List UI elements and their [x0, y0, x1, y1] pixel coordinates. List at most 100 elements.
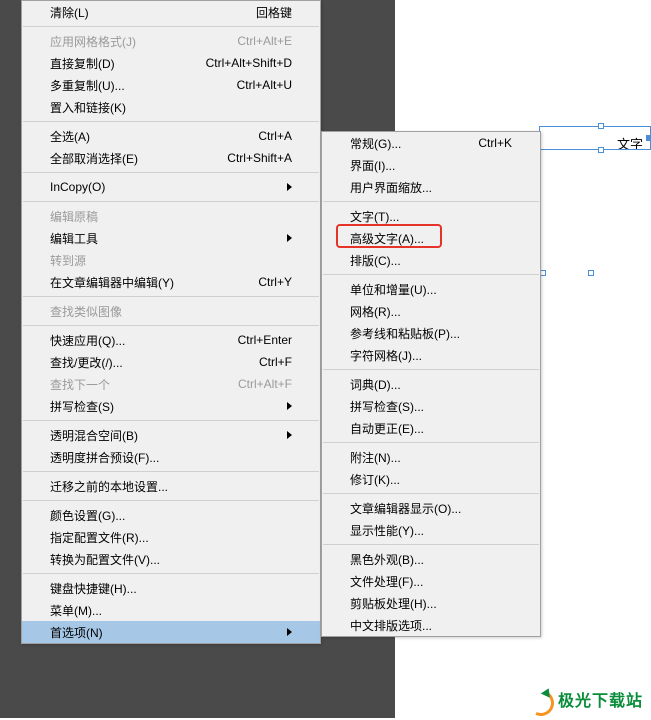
menu-item-label: 多重复制(U)... [50, 77, 207, 94]
menu-item-label: 应用网格格式(J) [50, 33, 207, 50]
menu-item[interactable]: 常规(G)... Ctrl+K [322, 132, 540, 154]
menu-separator [23, 26, 319, 27]
menu-separator [323, 493, 539, 494]
menu-item[interactable]: 键盘快捷键(H)... [22, 577, 320, 599]
menu-item-label: 单位和增量(U)... [350, 281, 512, 298]
menu-item-label: 拼写检查(S)... [350, 398, 512, 415]
menu-item-shortcut: Ctrl+F [259, 355, 292, 369]
menu-item-shortcut: Ctrl+K [478, 136, 512, 150]
menu-item[interactable]: 查找/更改(/)... Ctrl+F [22, 351, 320, 373]
menu-item-label: 常规(G)... [350, 135, 448, 152]
selection-handle[interactable] [646, 135, 651, 141]
menu-separator [23, 121, 319, 122]
menu-item[interactable]: 拼写检查(S)... [322, 395, 540, 417]
menu-item[interactable]: 全选(A)Ctrl+A [22, 125, 320, 147]
selection-frame-top[interactable] [539, 126, 651, 150]
menu-item-label: 查找/更改(/)... [50, 354, 229, 371]
menu-item: 编辑原稿 [22, 205, 320, 227]
menu-item[interactable]: 单位和增量(U)... [322, 278, 540, 300]
menu-item-label: 用户界面缩放... [350, 179, 512, 196]
menu-item[interactable]: 置入和链接(K) [22, 96, 320, 118]
menu-item[interactable]: 自动更正(E)... [322, 417, 540, 439]
menu-item[interactable]: 透明混合空间(B) [22, 424, 320, 446]
menu-item[interactable]: 显示性能(Y)... [322, 519, 540, 541]
menu-item-label: 网格(R)... [350, 303, 512, 320]
menu-item[interactable]: 高级文字(A)... [322, 227, 540, 249]
menu-separator [23, 296, 319, 297]
menu-item-label: 词典(D)... [350, 376, 512, 393]
menu-separator [323, 442, 539, 443]
menu-separator [23, 172, 319, 173]
menu-item-label: 附注(N)... [350, 449, 512, 466]
menu-item[interactable]: 迁移之前的本地设置... [22, 475, 320, 497]
submenu-arrow-icon [287, 234, 292, 242]
menu-item-label: 查找类似图像 [50, 303, 292, 320]
menu-item-label: 转换为配置文件(V)... [50, 551, 292, 568]
menu-item[interactable]: 全部取消选择(E)Ctrl+Shift+A [22, 147, 320, 169]
menu-item[interactable]: 剪贴板处理(H)... [322, 592, 540, 614]
menu-item-label: 编辑工具 [50, 230, 257, 247]
menu-separator [23, 573, 319, 574]
menu-separator [23, 201, 319, 202]
menu-item-label: 黑色外观(B)... [350, 551, 512, 568]
menu-item[interactable]: 颜色设置(G)... [22, 504, 320, 526]
menu-item[interactable]: 菜单(M)... [22, 599, 320, 621]
menu-item[interactable]: 首选项(N) [22, 621, 320, 643]
selection-handle[interactable] [598, 147, 604, 153]
menu-item-label: 转到源 [50, 252, 292, 269]
menu-item[interactable]: 中文排版选项... [322, 614, 540, 636]
menu-item[interactable]: 清除(L)回格键 [22, 1, 320, 23]
menu-item[interactable]: 在文章编辑器中编辑(Y) Ctrl+Y [22, 271, 320, 293]
menu-item-label: 菜单(M)... [50, 602, 292, 619]
menu-item[interactable]: 转换为配置文件(V)... [22, 548, 320, 570]
menu-item[interactable]: 拼写检查(S) [22, 395, 320, 417]
menu-item-label: 中文排版选项... [350, 617, 512, 634]
menu-item[interactable]: 编辑工具 [22, 227, 320, 249]
menu-item-label: 查找下一个 [50, 376, 208, 393]
menu-separator [23, 325, 319, 326]
menu-item-shortcut: 回格键 [256, 4, 292, 21]
menu-item-label: 剪贴板处理(H)... [350, 595, 512, 612]
menu-separator [23, 471, 319, 472]
watermark-icon [526, 686, 552, 712]
menu-item[interactable]: 词典(D)... [322, 373, 540, 395]
menu-item-label: 文件处理(F)... [350, 573, 512, 590]
menu-item-label: 在文章编辑器中编辑(Y) [50, 274, 228, 291]
menu-item-shortcut: Ctrl+A [258, 129, 292, 143]
submenu-arrow-icon [287, 431, 292, 439]
menu-item[interactable]: 直接复制(D)Ctrl+Alt+Shift+D [22, 52, 320, 74]
menu-item[interactable]: 字符网格(J)... [322, 344, 540, 366]
selection-handle[interactable] [598, 123, 604, 129]
selection-handle[interactable] [588, 270, 594, 276]
menu-item[interactable]: InCopy(O) [22, 176, 320, 198]
menu-item[interactable]: 网格(R)... [322, 300, 540, 322]
menu-item[interactable]: 文件处理(F)... [322, 570, 540, 592]
watermark: 极光下载站 [526, 686, 643, 712]
menu-item[interactable]: 指定配置文件(R)... [22, 526, 320, 548]
menu-item: 应用网格格式(J)Ctrl+Alt+E [22, 30, 320, 52]
menu-item[interactable]: 修订(K)... [322, 468, 540, 490]
menu-item[interactable]: 文章编辑器显示(O)... [322, 497, 540, 519]
menu-item[interactable]: 黑色外观(B)... [322, 548, 540, 570]
menu-item-label: 编辑原稿 [50, 208, 292, 225]
menu-item-label: 文字(T)... [350, 208, 512, 225]
menu-item[interactable]: 文字(T)... [322, 205, 540, 227]
menu-item[interactable]: 快速应用(Q)...Ctrl+Enter [22, 329, 320, 351]
menu-item-label: 迁移之前的本地设置... [50, 478, 292, 495]
menu-item[interactable]: 界面(I)... [322, 154, 540, 176]
menu-item[interactable]: 附注(N)... [322, 446, 540, 468]
menu-item[interactable]: 透明度拼合预设(F)... [22, 446, 320, 468]
menu-separator [323, 544, 539, 545]
menu-item-label: 快速应用(Q)... [50, 332, 208, 349]
menu-item[interactable]: 多重复制(U)...Ctrl+Alt+U [22, 74, 320, 96]
menu-item-label: 界面(I)... [350, 157, 512, 174]
menu-item-label: 排版(C)... [350, 252, 512, 269]
menu-item[interactable]: 参考线和粘贴板(P)... [322, 322, 540, 344]
menu-item-shortcut: Ctrl+Shift+A [227, 151, 292, 165]
menu-separator [323, 274, 539, 275]
menu-item-label: 键盘快捷键(H)... [50, 580, 292, 597]
menu-item[interactable]: 排版(C)... [322, 249, 540, 271]
menu-separator [323, 201, 539, 202]
menu-item-shortcut: Ctrl+Y [258, 275, 292, 289]
menu-item[interactable]: 用户界面缩放... [322, 176, 540, 198]
